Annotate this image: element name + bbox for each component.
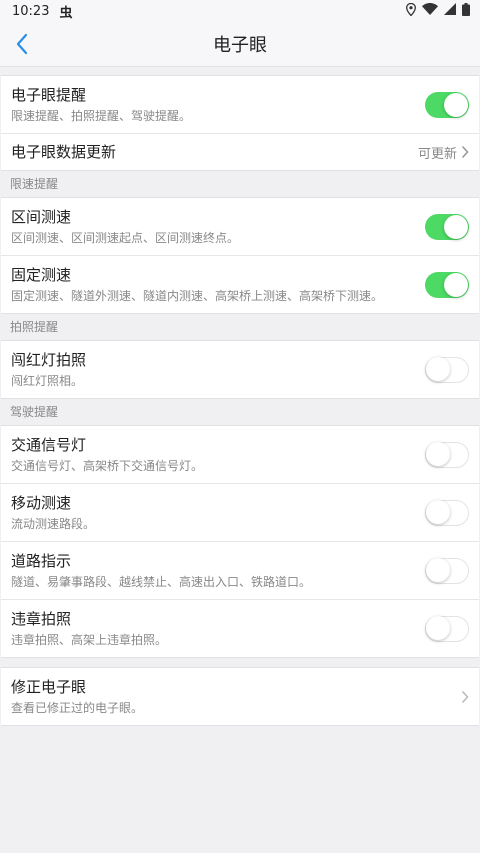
- toggle-knob: [444, 92, 468, 117]
- corrections-group: 修正电子眼 查看已修正过的电子眼。: [1, 667, 479, 726]
- page-title: 电子眼: [213, 35, 267, 56]
- battery-icon: [462, 2, 470, 20]
- item-subtitle: 固定测速、隧道外测速、隧道内测速、高架桥上测速、高架桥下测速。: [11, 288, 384, 303]
- location-icon: [406, 2, 416, 20]
- list-item: 道路指示 隧道、易肇事路段、越线禁止、高速出入口、铁路道口。: [1, 541, 479, 599]
- item-subtitle: 违章拍照、高架上违章拍照。: [11, 632, 168, 647]
- fixed-speed-toggle[interactable]: [425, 271, 469, 298]
- item-subtitle: 隧道、易肇事路段、越线禁止、高速出入口、铁路道口。: [11, 574, 312, 589]
- item-title: 道路指示: [11, 551, 72, 570]
- status-bar: 10:23 虫: [0, 0, 480, 22]
- main-alert-title: 电子眼提醒: [11, 85, 87, 104]
- violation-photo-toggle[interactable]: [425, 615, 469, 642]
- speed-group: 区间测速 区间测速、区间测速起点、区间测速终点。 固定测速 固定测速、隧道外测速…: [1, 197, 479, 314]
- item-subtitle: 流动测速路段。: [11, 516, 96, 531]
- toggle-knob: [426, 558, 450, 582]
- data-update-status-label: 可更新: [417, 146, 457, 162]
- list-item: 区间测速 区间测速、区间测速起点、区间测速终点。: [1, 198, 479, 255]
- toggle-knob: [426, 357, 450, 381]
- list-item: 固定测速 固定测速、隧道外测速、隧道内测速、高架桥上测速、高架桥下测速。: [1, 255, 479, 313]
- section-header-speed: 限速提醒: [0, 171, 480, 197]
- chevron-right-icon: [462, 690, 469, 703]
- road-sign-toggle[interactable]: [425, 557, 469, 584]
- chevron-right-icon: [462, 146, 469, 158]
- data-update-title: 电子眼数据更新: [11, 143, 117, 161]
- list-item: 违章拍照 违章拍照、高架上违章拍照。: [1, 599, 479, 657]
- item-title: 固定测速: [11, 265, 72, 284]
- item-subtitle: 交通信号灯、高架桥下交通信号灯。: [11, 458, 204, 473]
- toggle-knob: [444, 272, 468, 297]
- item-subtitle: 区间测速、区间测速起点、区间测速终点。: [11, 230, 240, 245]
- section-header-driving: 驾驶提醒: [0, 399, 480, 425]
- status-time: 10:23: [12, 3, 50, 19]
- chevron-left-icon: [16, 33, 28, 55]
- mobile-speed-toggle[interactable]: [425, 499, 469, 526]
- toggle-knob: [426, 616, 450, 640]
- item-subtitle: 闯红灯照相。: [11, 373, 84, 388]
- item-title: 区间测速: [11, 207, 72, 226]
- item-title: 移动测速: [11, 493, 72, 512]
- corrections-title: 修正电子眼: [11, 677, 87, 696]
- main-alert-row: 电子眼提醒 限速提醒、拍照提醒、驾驶提醒。: [1, 76, 479, 133]
- item-title: 闯红灯拍照: [11, 350, 87, 369]
- back-button[interactable]: [6, 28, 38, 60]
- corrections-subtitle: 查看已修正过的电子眼。: [11, 700, 144, 715]
- photo-group: 闯红灯拍照 闯红灯照相。: [1, 340, 479, 399]
- traffic-light-toggle[interactable]: [425, 441, 469, 468]
- section-speed-toggle[interactable]: [425, 213, 469, 240]
- item-title: 违章拍照: [11, 609, 72, 628]
- toggle-knob: [426, 500, 450, 524]
- data-update-status[interactable]: 可更新: [418, 143, 469, 162]
- signal-icon: [444, 3, 456, 19]
- wifi-icon: [422, 3, 438, 19]
- main-settings-group: 电子眼提醒 限速提醒、拍照提醒、驾驶提醒。 电子眼数据更新 可更新: [1, 75, 479, 171]
- driving-group: 交通信号灯 交通信号灯、高架桥下交通信号灯。 移动测速 流动测速路段。 道路指示…: [1, 425, 479, 658]
- item-title: 交通信号灯: [11, 435, 87, 454]
- section-header-photo: 拍照提醒: [0, 314, 480, 340]
- list-item: 闯红灯拍照 闯红灯照相。: [1, 341, 479, 398]
- data-update-row[interactable]: 电子眼数据更新 可更新: [1, 133, 479, 170]
- red-light-toggle[interactable]: [425, 356, 469, 383]
- toggle-knob: [426, 442, 450, 466]
- main-alert-toggle[interactable]: [425, 91, 469, 118]
- main-alert-subtitle: 限速提醒、拍照提醒、驾驶提醒。: [11, 108, 192, 123]
- list-item: 交通信号灯 交通信号灯、高架桥下交通信号灯。: [1, 426, 479, 483]
- corrections-row[interactable]: 修正电子眼 查看已修正过的电子眼。: [1, 668, 479, 725]
- toggle-knob: [444, 214, 468, 239]
- app-notification-icon: 虫: [59, 5, 73, 21]
- nav-bar: 电子眼: [0, 22, 480, 67]
- list-item: 移动测速 流动测速路段。: [1, 483, 479, 541]
